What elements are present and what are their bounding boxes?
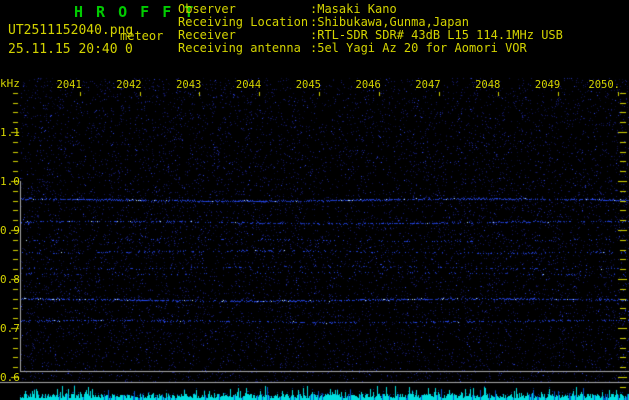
y-tick-label: 0.7	[0, 322, 20, 335]
x-tick-label: 2050.	[588, 79, 620, 91]
y-tick-label: 1.1	[0, 126, 20, 139]
observation-datetime: 25.11.15 20:40	[8, 42, 118, 57]
x-tick-label: 2047	[415, 79, 441, 91]
x-tick-label: 2041	[56, 79, 82, 91]
y-tick-label: 0.8	[0, 273, 20, 286]
hrofft-screen: H R O F F T UT2511152040.png meteor 25.1…	[0, 0, 629, 400]
station-info-row: Receiving antenna :5el Yagi Az 20 for Aom…	[178, 42, 628, 55]
y-tick-label: 1.0	[0, 175, 20, 188]
station-info: Observer:Masaki Kano Receiving Location:S…	[178, 3, 628, 57]
spectrogram-canvas	[0, 0, 629, 400]
info-value: :5el Yagi Az 20 for Aomori VOR	[310, 41, 527, 55]
output-filename: UT2511152040.png	[8, 23, 134, 38]
info-label: Receiving antenna	[178, 41, 301, 55]
khz-unit-label: kHz	[0, 77, 20, 90]
y-tick-label: 0.9	[0, 224, 20, 237]
x-tick-label: 2048	[475, 79, 501, 91]
x-tick-label: 2043	[176, 79, 202, 91]
x-tick-label: 2046	[355, 79, 381, 91]
x-tick-label: 2044	[235, 79, 262, 91]
x-tick-label: 2042	[116, 79, 142, 91]
meteor-count: 0	[125, 42, 133, 57]
x-tick-label: 2049	[534, 79, 561, 91]
y-tick-label: 0.6	[0, 371, 20, 384]
x-tick-label: 2045	[295, 79, 321, 91]
mode-label: meteor	[120, 29, 164, 43]
